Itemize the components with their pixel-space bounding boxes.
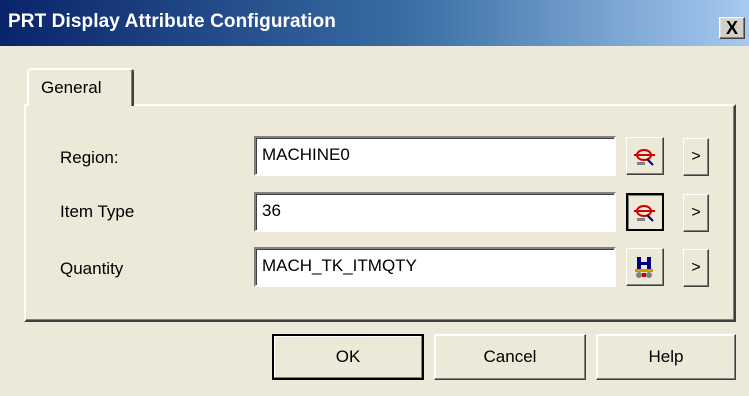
close-button[interactable]: X [719,17,745,39]
close-icon: X [725,18,738,38]
general-tab-panel [24,104,736,322]
title-bar: PRT Display Attribute Configuration X [0,0,749,46]
ok-button[interactable]: OK [272,334,424,380]
window-title: PRT Display Attribute Configuration [8,11,336,32]
cancel-button[interactable]: Cancel [434,334,586,380]
help-button[interactable]: Help [596,334,736,380]
tab-general[interactable]: General [27,68,134,106]
tab-general-label: General [41,78,102,97]
